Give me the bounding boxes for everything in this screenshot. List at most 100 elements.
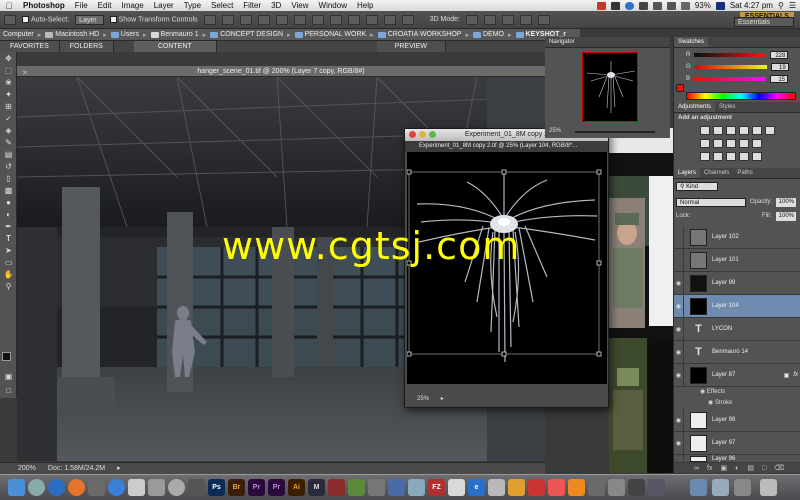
- curves-icon[interactable]: [726, 126, 736, 135]
- layer-row[interactable]: ◉ Layer 99: [674, 271, 800, 295]
- doc-size[interactable]: Doc: 1.58M/24.2M: [48, 463, 105, 474]
- status-app-icon[interactable]: [596, 1, 606, 10]
- breadcrumb-item[interactable]: DEMO: [470, 31, 507, 38]
- status-wifi-icon[interactable]: [666, 1, 676, 10]
- flag-icon[interactable]: [715, 1, 725, 10]
- calendar-icon[interactable]: [128, 479, 145, 496]
- navigator-zoom-slider[interactable]: [575, 131, 655, 133]
- hue-saturation-icon[interactable]: [765, 126, 775, 135]
- floating-document-tab[interactable]: Experiment_01_8M copy 2.tif @ 25% (Layer…: [405, 141, 608, 152]
- app-icon[interactable]: [388, 479, 405, 496]
- menu-file[interactable]: File: [70, 1, 93, 10]
- gradient-tool-icon[interactable]: ▩: [2, 185, 15, 195]
- vlc-icon[interactable]: [568, 479, 585, 496]
- blur-tool-icon[interactable]: ●: [2, 197, 15, 207]
- move-tool-icon[interactable]: ✥: [2, 53, 15, 63]
- tab-channels[interactable]: Channels: [700, 168, 733, 178]
- downloads-stack-icon[interactable]: [690, 479, 707, 496]
- layer-row[interactable]: ◉ T Benmauro 14: [674, 340, 800, 364]
- fx-icon[interactable]: fx: [793, 372, 798, 378]
- app-icon[interactable]: [348, 479, 365, 496]
- app-icon[interactable]: [328, 479, 345, 496]
- quick-select-tool-icon[interactable]: ✦: [2, 89, 15, 99]
- 3d-rotate-button[interactable]: [466, 14, 478, 25]
- app-icon[interactable]: [528, 479, 545, 496]
- status-arrow-icon[interactable]: ▸: [441, 396, 444, 402]
- path-select-tool-icon[interactable]: ➤: [2, 245, 15, 255]
- screen-mode-icon[interactable]: □: [2, 385, 15, 395]
- brush-tool-icon[interactable]: ✎: [2, 137, 15, 147]
- auto-select-checkbox[interactable]: [22, 15, 29, 23]
- distribute-right-button[interactable]: [401, 14, 414, 25]
- floating-canvas[interactable]: [407, 152, 607, 384]
- crop-tool-icon[interactable]: ⊞: [2, 101, 15, 111]
- layer-row[interactable]: ◉ Layer 97: [674, 431, 800, 455]
- app-icon[interactable]: [548, 479, 565, 496]
- eye-icon[interactable]: ◉: [708, 400, 713, 406]
- menu-app-name[interactable]: Photoshop: [18, 1, 70, 10]
- channel-mixer-icon[interactable]: [739, 139, 749, 148]
- shape-tool-icon[interactable]: ▭: [2, 257, 15, 267]
- itunes-icon[interactable]: [168, 479, 185, 496]
- 3d-slide-button[interactable]: [520, 14, 532, 25]
- layer-filter-dropdown[interactable]: ⚲ Kind: [676, 182, 718, 191]
- menu-help[interactable]: Help: [352, 1, 378, 10]
- invert-icon[interactable]: [700, 152, 710, 161]
- breadcrumb-item[interactable]: Users: [108, 31, 142, 38]
- type-tool-icon[interactable]: T: [2, 233, 15, 243]
- navigator-zoom[interactable]: 25%: [549, 128, 561, 134]
- mail-icon[interactable]: [88, 479, 105, 496]
- menu-3d[interactable]: 3D: [266, 1, 286, 10]
- vibrance-icon[interactable]: [752, 126, 762, 135]
- align-vcenter-button[interactable]: [221, 14, 234, 25]
- add-mask-icon[interactable]: ▣: [720, 464, 727, 472]
- eye-icon[interactable]: ◉: [674, 294, 684, 318]
- threshold-icon[interactable]: [726, 152, 736, 161]
- tab-styles[interactable]: Styles: [715, 102, 739, 112]
- green-value[interactable]: 19: [770, 62, 789, 71]
- trash-icon[interactable]: [760, 479, 777, 496]
- distribute-left-button[interactable]: [365, 14, 378, 25]
- zoom-window-icon[interactable]: [429, 131, 436, 138]
- tab-preview[interactable]: PREVIEW: [376, 41, 446, 52]
- 3d-pan-button[interactable]: [502, 14, 514, 25]
- color-lookup-icon[interactable]: [752, 139, 762, 148]
- navigator-tab[interactable]: Navigator: [545, 37, 670, 48]
- status-dropbox-icon[interactable]: [624, 1, 634, 10]
- eye-icon[interactable]: ◉: [674, 431, 684, 455]
- menu-type[interactable]: Type: [179, 1, 206, 10]
- app-icon[interactable]: [488, 479, 505, 496]
- maya-icon[interactable]: M: [308, 479, 325, 496]
- align-bottom-button[interactable]: [239, 14, 252, 25]
- zoom-tool-icon[interactable]: ⚲: [2, 281, 15, 291]
- color-spectrum[interactable]: [686, 92, 796, 100]
- auto-select-option[interactable]: Auto-Select:: [22, 15, 69, 23]
- breadcrumb-item[interactable]: CONCEPT DESIGN: [207, 31, 286, 38]
- clock[interactable]: Sat 4:27 pm: [730, 1, 773, 10]
- preferences-icon[interactable]: [188, 479, 205, 496]
- green-slider[interactable]: [694, 64, 767, 69]
- effects-row[interactable]: ◉ Effects: [700, 388, 725, 395]
- app-icon[interactable]: [648, 479, 665, 496]
- firefox-icon[interactable]: [68, 479, 85, 496]
- opacity-value[interactable]: 100%: [776, 198, 796, 207]
- dodge-tool-icon[interactable]: ◐: [2, 209, 15, 219]
- layer-row[interactable]: ◉ Layer 87 ▣ fx: [674, 363, 800, 387]
- finder-icon[interactable]: [8, 479, 25, 496]
- new-group-icon[interactable]: ▤: [747, 464, 754, 472]
- tab-favorites[interactable]: FAVORITES: [0, 41, 60, 52]
- status-bluetooth-icon[interactable]: [638, 1, 648, 10]
- foreground-color-chip[interactable]: [676, 84, 684, 92]
- posterize-icon[interactable]: [713, 152, 723, 161]
- layer-row[interactable]: Layer 102: [674, 225, 800, 249]
- align-left-button[interactable]: [257, 14, 270, 25]
- notes-icon[interactable]: [148, 479, 165, 496]
- tab-paths[interactable]: Paths: [733, 168, 756, 178]
- layer-row[interactable]: ◉ T LYCON: [674, 317, 800, 341]
- brightness-contrast-icon[interactable]: [700, 126, 710, 135]
- breadcrumb-item[interactable]: CROATIA WORKSHOP: [375, 31, 465, 38]
- black-white-icon[interactable]: [713, 139, 723, 148]
- 3d-scale-button[interactable]: [538, 14, 550, 25]
- adjustment-layer-icon[interactable]: ◐: [735, 465, 739, 472]
- tab-adjustments[interactable]: Adjustments: [674, 102, 716, 112]
